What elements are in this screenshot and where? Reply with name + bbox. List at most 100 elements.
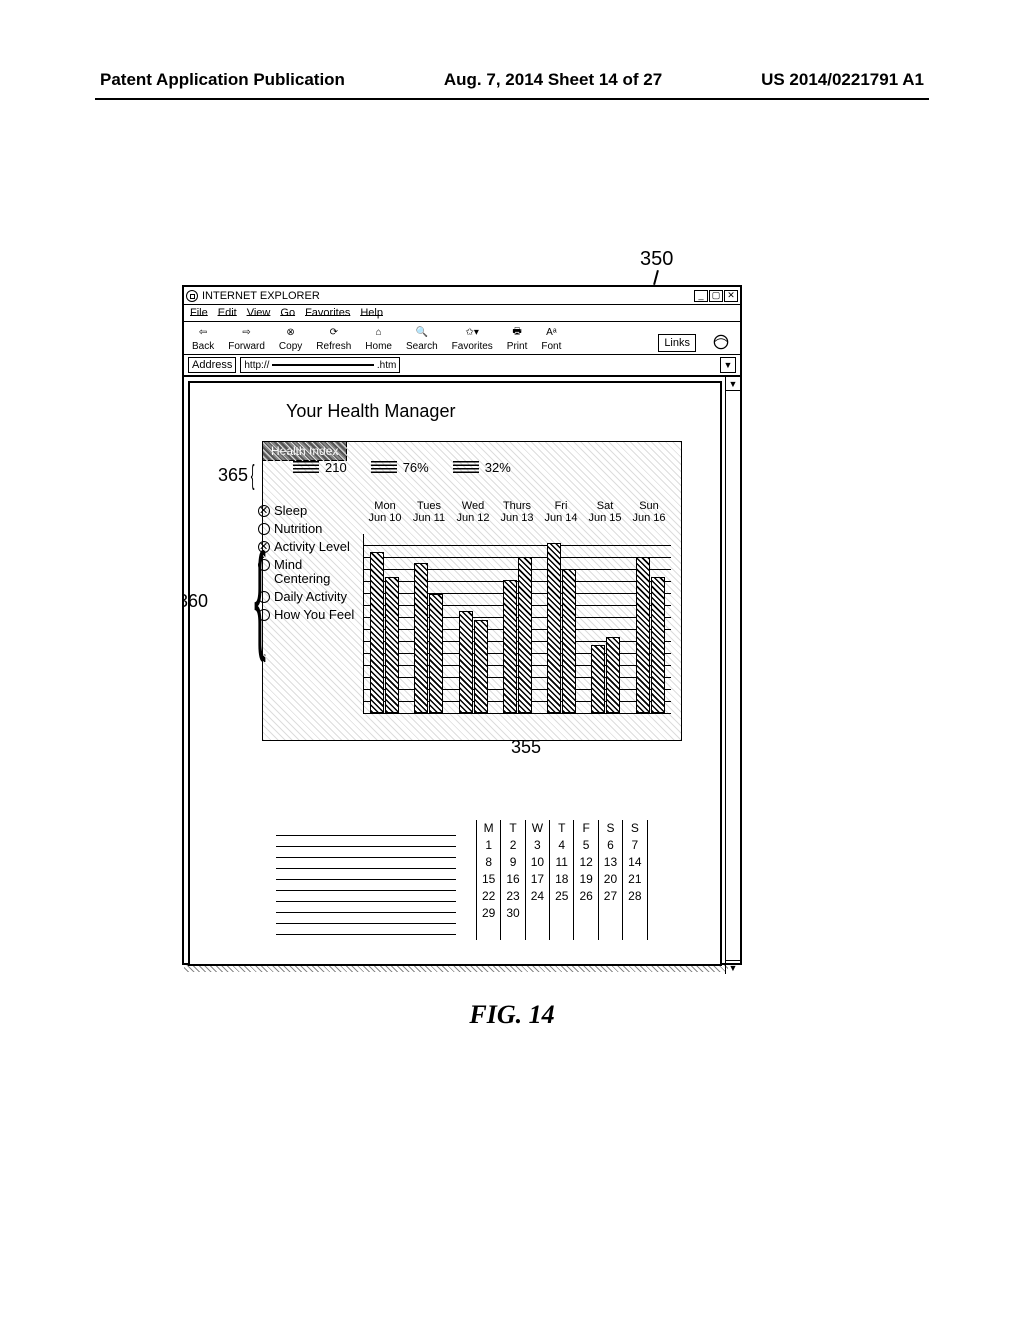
address-bar: Address http:// .htm ▼	[184, 355, 740, 376]
metric-2: 76%	[371, 460, 429, 475]
home-button[interactable]: ⌂Home	[365, 325, 392, 352]
calendar-col[interactable]: S6132027	[599, 820, 623, 940]
day-header-col: ThursJun 13	[495, 500, 539, 530]
font-icon: Aᵃ	[542, 325, 560, 339]
radio-icon	[258, 591, 270, 603]
window-title: INTERNET EXPLORER	[202, 290, 320, 302]
address-input[interactable]: http:// .htm	[240, 357, 400, 373]
bars-icon	[293, 461, 319, 475]
scrollbar[interactable]: ▼ ▼	[725, 377, 740, 974]
scroll-down-icon[interactable]: ▼	[726, 960, 740, 974]
category-activity-level[interactable]: Activity Level	[258, 540, 360, 554]
sheet-label: Aug. 7, 2014 Sheet 14 of 27	[444, 70, 662, 90]
print-icon: 🖶	[508, 325, 526, 339]
metric-1: 210	[293, 460, 347, 475]
ie-logo-icon	[710, 332, 732, 352]
print-button[interactable]: 🖶Print	[507, 325, 528, 352]
browser-window: INTERNET EXPLORER _ ▢ ✕ File Edit View G…	[182, 285, 742, 965]
address-label: Address	[188, 357, 236, 373]
calendar-col[interactable]: W3101724	[526, 820, 550, 940]
copy-button[interactable]: ⊗Copy	[279, 325, 302, 352]
notes-area[interactable]	[276, 825, 456, 935]
arrow-left-icon: ⇦	[194, 325, 212, 339]
page-header: Patent Application Publication Aug. 7, 2…	[0, 0, 1024, 98]
minimize-button[interactable]: _	[694, 290, 708, 302]
calendar[interactable]: M18152229T29162330W3101724T4111825F51219…	[476, 820, 648, 940]
menu-edit[interactable]: Edit	[218, 307, 237, 319]
callout-365: 365{	[218, 459, 257, 491]
star-icon: ✩▾	[463, 325, 481, 339]
menu-view[interactable]: View	[247, 307, 271, 319]
stop-icon: ⊗	[282, 325, 300, 339]
redacted-url	[272, 364, 374, 366]
bar-pair	[370, 552, 399, 714]
calendar-col[interactable]: T29162330	[501, 820, 525, 940]
radio-icon	[258, 609, 270, 621]
day-header-col: SunJun 16	[627, 500, 671, 530]
pub-label: Patent Application Publication	[100, 70, 345, 90]
font-button[interactable]: AᵃFont	[541, 325, 561, 352]
category-daily-activity[interactable]: Daily Activity	[258, 590, 360, 604]
menu-go[interactable]: Go	[280, 307, 295, 319]
address-dropdown[interactable]: ▼	[720, 357, 736, 373]
callout-350-leader	[653, 270, 659, 285]
favorites-button[interactable]: ✩▾Favorites	[452, 325, 493, 352]
category-sleep[interactable]: Sleep	[258, 504, 360, 518]
home-icon: ⌂	[370, 325, 388, 339]
chart-header: MonJun 10TuesJun 11WedJun 12ThursJun 13F…	[363, 500, 671, 530]
search-button[interactable]: 🔍Search	[406, 325, 438, 352]
back-button[interactable]: ⇦Back	[192, 325, 214, 352]
health-chart: MonJun 10TuesJun 11WedJun 12ThursJun 13F…	[363, 500, 671, 730]
bar-pair	[547, 543, 576, 713]
forward-button[interactable]: ⇨Forward	[228, 325, 265, 352]
menu-help[interactable]: Help	[360, 307, 383, 319]
day-header-col: MonJun 10	[363, 500, 407, 530]
links-button[interactable]: Links	[658, 334, 696, 352]
toolbar: ⇦Back ⇨Forward ⊗Copy ⟳Refresh ⌂Home 🔍Sea…	[184, 322, 740, 355]
bar-pair	[459, 611, 488, 713]
content-frame: Your Health Manager 365{ 360 { Health In…	[188, 381, 722, 966]
menu-favorites[interactable]: Favorites	[305, 307, 350, 319]
page-title: Your Health Manager	[286, 401, 694, 422]
calendar-col[interactable]: M18152229	[476, 820, 501, 940]
category-how-you-feel[interactable]: How You Feel	[258, 608, 360, 622]
bar-pair	[591, 637, 620, 714]
category-list: Sleep Nutrition Activity Level Mind Cent…	[258, 504, 360, 626]
calendar-col[interactable]: T4111825	[550, 820, 574, 940]
header-rule	[95, 98, 929, 100]
title-bar: INTERNET EXPLORER _ ▢ ✕	[184, 287, 740, 305]
menu-file[interactable]: File	[190, 307, 208, 319]
day-header-col: TuesJun 11	[407, 500, 451, 530]
ie-icon	[186, 290, 198, 302]
menu-bar: File Edit View Go Favorites Help	[184, 305, 740, 322]
metrics-row: 210 76% 32%	[293, 460, 671, 475]
arrow-right-icon: ⇨	[238, 325, 256, 339]
metric-3: 32%	[453, 460, 511, 475]
radio-icon	[258, 541, 270, 553]
radio-icon	[258, 505, 270, 517]
calendar-col[interactable]: F5121926	[574, 820, 598, 940]
chart-bars	[363, 534, 671, 714]
day-header-col: WedJun 12	[451, 500, 495, 530]
radio-icon	[258, 523, 270, 535]
search-icon: 🔍	[413, 325, 431, 339]
health-index-panel: 365{ 360 { Health Index 210 76% 32% Slee…	[262, 441, 682, 741]
calendar-col[interactable]: S7142128	[623, 820, 647, 940]
radio-icon	[258, 559, 270, 571]
pub-number: US 2014/0221791 A1	[761, 70, 924, 90]
bar-pair	[414, 563, 443, 713]
lower-row: M18152229T29162330W3101724T4111825F51219…	[276, 820, 674, 940]
day-header-col: SatJun 15	[583, 500, 627, 530]
day-header-col: FriJun 14	[539, 500, 583, 530]
refresh-button[interactable]: ⟳Refresh	[316, 325, 351, 352]
bars-icon	[371, 461, 397, 475]
close-button[interactable]: ✕	[724, 290, 738, 302]
scroll-up-icon[interactable]: ▼	[726, 377, 740, 391]
refresh-icon: ⟳	[325, 325, 343, 339]
category-mind-centering[interactable]: Mind Centering	[258, 558, 360, 586]
bar-pair	[503, 557, 532, 713]
figure-caption: FIG. 14	[0, 1000, 1024, 1030]
maximize-button[interactable]: ▢	[709, 290, 723, 302]
category-nutrition[interactable]: Nutrition	[258, 522, 360, 536]
callout-355: 355	[511, 737, 541, 758]
